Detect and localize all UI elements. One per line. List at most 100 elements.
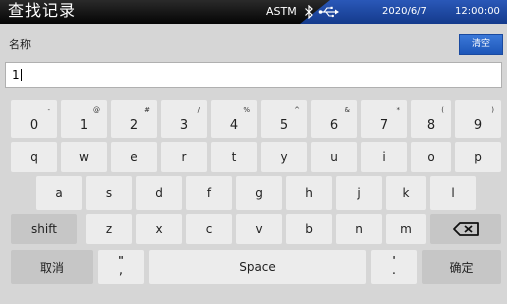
key-char: , [118, 263, 124, 278]
key-t[interactable]: t [211, 142, 257, 172]
key-label: shift [31, 222, 57, 236]
key-char: z [105, 222, 113, 236]
comma-key[interactable]: " , [98, 250, 144, 284]
key-z[interactable]: z [86, 214, 132, 244]
key-char: j [357, 186, 361, 200]
key-e[interactable]: e [111, 142, 157, 172]
key-shift-char: @ [93, 106, 100, 114]
name-input[interactable]: 1 [5, 62, 502, 88]
key-char: m [400, 222, 412, 236]
key-p[interactable]: p [455, 142, 501, 172]
key-char: l [451, 186, 455, 200]
key-char: q [30, 150, 38, 164]
backspace-key[interactable] [430, 214, 501, 244]
key-char: p [474, 150, 482, 164]
key-char: d [155, 186, 163, 200]
key-char: 5 [279, 118, 289, 133]
key-char: w [79, 150, 89, 164]
key-a[interactable]: a [36, 176, 82, 210]
key-char: 4 [229, 118, 239, 133]
key-char: u [330, 150, 338, 164]
key-char: e [130, 150, 138, 164]
key-d[interactable]: d [136, 176, 182, 210]
key-b[interactable]: b [286, 214, 332, 244]
key-4[interactable]: % 4 [211, 100, 257, 138]
key-9[interactable]: ) 9 [455, 100, 501, 138]
key-char: 0 [29, 118, 39, 133]
key-i[interactable]: i [361, 142, 407, 172]
key-w[interactable]: w [61, 142, 107, 172]
key-v[interactable]: v [236, 214, 282, 244]
key-5[interactable]: ^ 5 [261, 100, 307, 138]
space-key[interactable]: Space [149, 250, 366, 284]
key-char: 3 [179, 118, 189, 133]
key-s[interactable]: s [86, 176, 132, 210]
cancel-key[interactable]: 取消 [11, 250, 93, 284]
key-r[interactable]: r [161, 142, 207, 172]
key-shift-char: & [344, 106, 350, 114]
key-3[interactable]: / 3 [161, 100, 207, 138]
usb-icon [318, 6, 339, 18]
key-label: Space [239, 260, 276, 274]
key-char: y [280, 150, 288, 164]
key-7[interactable]: * 7 [361, 100, 407, 138]
key-char: s [105, 186, 113, 200]
clear-button[interactable]: 清空 [459, 34, 503, 55]
confirm-key[interactable]: 确定 [422, 250, 501, 284]
key-char: o [427, 150, 435, 164]
key-char: x [155, 222, 163, 236]
key-char: 8 [426, 118, 436, 133]
page-title: 查找记录 [8, 1, 77, 20]
key-u[interactable]: u [311, 142, 357, 172]
key-shift-char: / [197, 106, 200, 114]
key-h[interactable]: h [286, 176, 332, 210]
key-o[interactable]: o [411, 142, 451, 172]
key-y[interactable]: y [261, 142, 307, 172]
key-n[interactable]: n [336, 214, 382, 244]
key-shift-char: ^ [294, 106, 300, 114]
name-input-value: 1 [12, 68, 22, 82]
key-m[interactable]: m [386, 214, 426, 244]
bluetooth-icon [305, 5, 313, 19]
period-key[interactable]: ' . [371, 250, 417, 284]
key-char: 1 [79, 118, 89, 133]
key-0[interactable]: - 0 [11, 100, 57, 138]
key-char: k [402, 186, 410, 200]
key-shift-char: * [396, 106, 401, 114]
key-1[interactable]: @ 1 [61, 100, 107, 138]
status-bar: 查找记录 ASTM 2020/6/7 12:00:00 [0, 0, 507, 24]
status-date: 2020/6/7 [382, 6, 427, 17]
name-field-label: 名称 [9, 38, 31, 51]
key-char: 6 [329, 118, 339, 133]
key-8[interactable]: ( 8 [411, 100, 451, 138]
key-g[interactable]: g [236, 176, 282, 210]
status-time: 12:00:00 [455, 6, 500, 17]
key-shift-char: # [144, 106, 150, 114]
key-char: v [255, 222, 263, 236]
key-shift-char: ( [441, 106, 444, 114]
key-6[interactable]: & 6 [311, 100, 357, 138]
key-x[interactable]: x [136, 214, 182, 244]
key-k[interactable]: k [386, 176, 426, 210]
key-char: h [305, 186, 313, 200]
key-l[interactable]: l [430, 176, 476, 210]
key-char: . [391, 263, 397, 278]
key-shift-char: % [243, 106, 250, 114]
protocol-label: ASTM [266, 5, 297, 18]
key-f[interactable]: f [186, 176, 232, 210]
key-char: f [206, 186, 212, 200]
key-char: a [55, 186, 63, 200]
key-char: c [205, 222, 213, 236]
key-char: t [231, 150, 237, 164]
key-q[interactable]: q [11, 142, 57, 172]
key-j[interactable]: j [336, 176, 382, 210]
key-char: n [355, 222, 363, 236]
text-caret [20, 69, 22, 81]
key-char: 9 [473, 118, 483, 133]
key-shift-char: ) [491, 106, 494, 114]
shift-key[interactable]: shift [11, 214, 77, 244]
key-c[interactable]: c [186, 214, 232, 244]
key-char: r [181, 150, 187, 164]
key-2[interactable]: # 2 [111, 100, 157, 138]
key-label: 确定 [449, 260, 474, 275]
